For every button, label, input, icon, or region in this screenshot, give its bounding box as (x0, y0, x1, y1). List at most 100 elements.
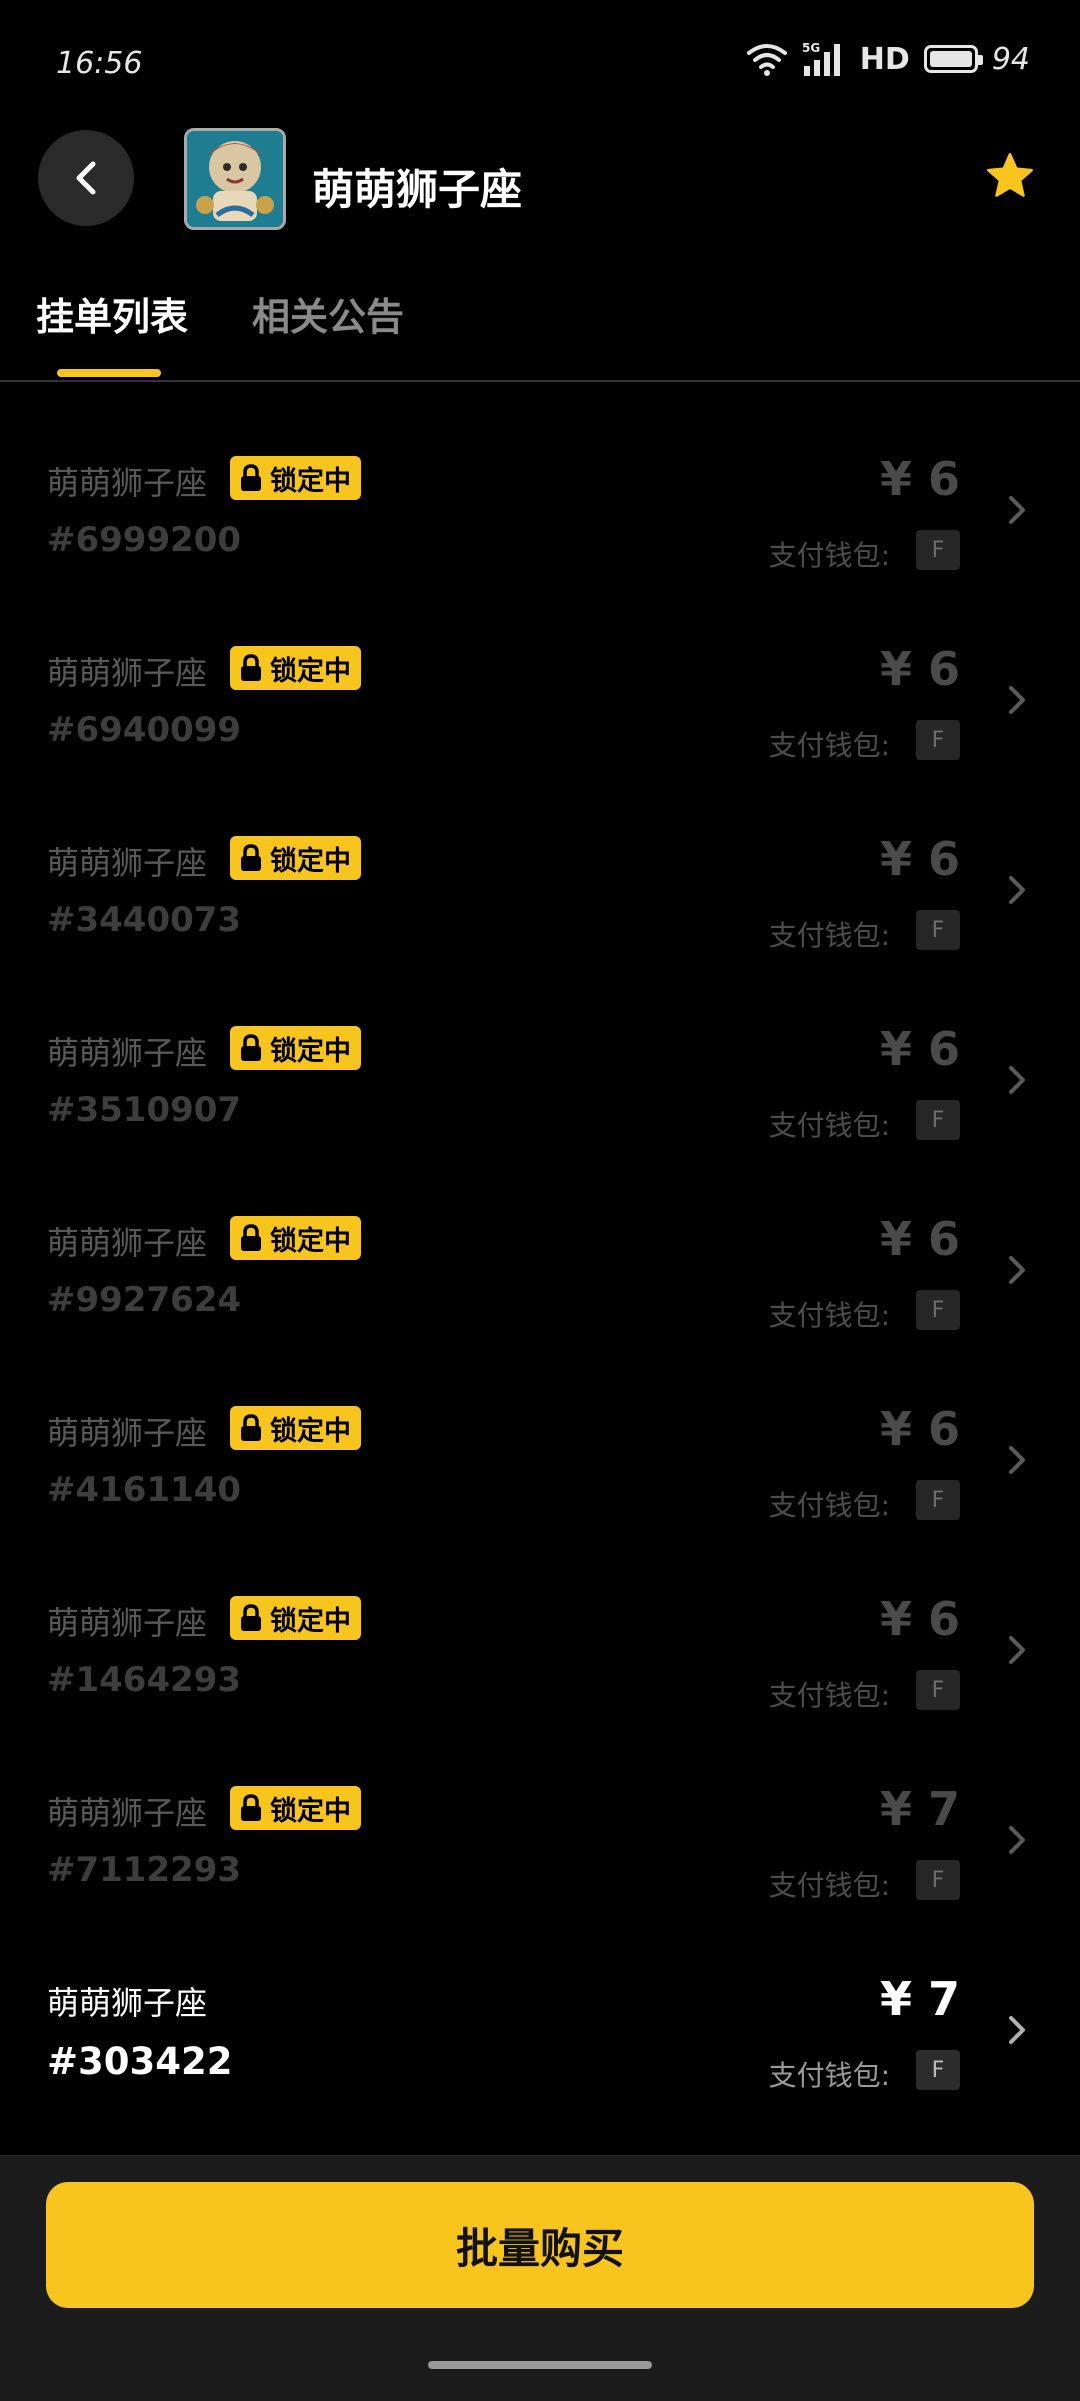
star-icon (987, 153, 1033, 197)
tab-announcements[interactable]: 相关公告 (252, 286, 404, 341)
locked-badge: 锁定中 (230, 1026, 361, 1070)
status-bar: 16:56 5G HD 94 (0, 0, 1080, 120)
tab-listings[interactable]: 挂单列表 (36, 286, 188, 341)
wallet-label: 支付钱包: (768, 2059, 890, 2092)
listing-name: 萌萌狮子座 (47, 464, 208, 502)
listing-id: #303422 (47, 2040, 233, 2083)
locked-label: 锁定中 (270, 1795, 351, 1827)
listing-price: ¥ 6 (879, 452, 960, 506)
locked-badge: 锁定中 (230, 646, 361, 690)
listing-name: 萌萌狮子座 (47, 1984, 208, 2022)
favorite-button[interactable] (970, 136, 1050, 216)
locked-label: 锁定中 (270, 1415, 351, 1447)
listing-item[interactable]: 萌萌狮子座 锁定中 #9927624 ¥ 6 支付钱包: F (0, 1212, 1080, 1408)
locked-badge: 锁定中 (230, 1216, 361, 1260)
listing-item[interactable]: 萌萌狮子座 锁定中 #6940099 ¥ 6 支付钱包: F (0, 642, 1080, 838)
listing-item[interactable]: 萌萌狮子座 锁定中 #6999200 ¥ 6 支付钱包: F (0, 452, 1080, 648)
listing-id: #9927624 (47, 1280, 242, 1320)
status-time: 16:56 (56, 46, 143, 81)
wallet-label: 支付钱包: (768, 1679, 890, 1712)
listing-price: ¥ 6 (879, 1592, 960, 1646)
lock-icon (241, 844, 261, 871)
listing-list[interactable]: 萌萌狮子座 锁定中 #6999200 ¥ 6 支付钱包: F 萌萌狮子座 锁定中… (0, 382, 1080, 2152)
lock-icon (241, 1224, 261, 1251)
listing-price: ¥ 6 (879, 642, 960, 696)
listing-id: #6999200 (47, 520, 242, 560)
listing-id: #1464293 (47, 1660, 242, 1700)
locked-label: 锁定中 (270, 845, 351, 877)
listing-name: 萌萌狮子座 (47, 1794, 208, 1832)
chevron-right-icon (1009, 1826, 1025, 1854)
locked-label: 锁定中 (270, 1035, 351, 1067)
locked-badge: 锁定中 (230, 456, 361, 500)
chevron-right-icon (1009, 1446, 1025, 1474)
listing-price: ¥ 6 (879, 1022, 960, 1076)
listing-item[interactable]: 萌萌狮子座 锁定中 #7112293 ¥ 7 支付钱包: F (0, 1782, 1080, 1978)
locked-label: 锁定中 (270, 465, 351, 497)
footer: 批量购买 (0, 2155, 1080, 2401)
listing-id: #6940099 (47, 710, 242, 750)
listing-name: 萌萌狮子座 (47, 654, 208, 692)
wallet-label: 支付钱包: (768, 1489, 890, 1522)
wallet-badge: F (916, 1670, 960, 1710)
listing-name: 萌萌狮子座 (47, 1604, 208, 1642)
lock-icon (241, 654, 261, 681)
collection-avatar (184, 128, 286, 230)
wallet-label: 支付钱包: (768, 919, 890, 952)
listing-item[interactable]: 萌萌狮子座 锁定中 #3510907 ¥ 6 支付钱包: F (0, 1022, 1080, 1218)
wallet-badge: F (916, 2050, 960, 2090)
wallet-badge: F (916, 1290, 960, 1330)
locked-badge: 锁定中 (230, 1406, 361, 1450)
listing-item[interactable]: 萌萌狮子座 锁定中 #3440073 ¥ 6 支付钱包: F (0, 832, 1080, 1028)
lock-icon (241, 464, 261, 491)
listing-item[interactable]: 萌萌狮子座 #303422 ¥ 7 支付钱包: F (0, 1972, 1080, 2152)
home-indicator[interactable] (428, 2361, 652, 2369)
wallet-badge: F (916, 910, 960, 950)
network-label: 5G (802, 41, 820, 55)
lock-icon (241, 1794, 261, 1821)
back-arrow-icon (76, 161, 96, 195)
hd-label: HD (859, 41, 910, 77)
battery-fill (929, 51, 972, 67)
chevron-right-icon (1009, 876, 1025, 904)
locked-label: 锁定中 (270, 1605, 351, 1637)
listing-name: 萌萌狮子座 (47, 1224, 208, 1262)
wifi-icon (746, 44, 787, 76)
listing-item[interactable]: 萌萌狮子座 锁定中 #1464293 ¥ 6 支付钱包: F (0, 1592, 1080, 1788)
listing-id: #7112293 (47, 1850, 242, 1890)
locked-badge: 锁定中 (230, 836, 361, 880)
listing-price: ¥ 6 (879, 1402, 960, 1456)
locked-badge: 锁定中 (230, 1786, 361, 1830)
back-button[interactable] (38, 130, 134, 226)
listing-name: 萌萌狮子座 (47, 1414, 208, 1452)
wallet-badge: F (916, 1860, 960, 1900)
lock-icon (241, 1034, 261, 1061)
lion-illustration-icon (187, 131, 283, 227)
battery-percentage: 94 (991, 41, 1030, 77)
wallet-label: 支付钱包: (768, 1869, 890, 1902)
lock-icon (241, 1604, 261, 1631)
chevron-right-icon (1009, 686, 1025, 714)
chevron-right-icon (1009, 1256, 1025, 1284)
header: 萌萌狮子座 (0, 120, 1080, 240)
wallet-badge: F (916, 720, 960, 760)
battery-icon (923, 45, 983, 73)
status-icons: 5G HD 94 (746, 40, 1030, 78)
listing-id: #3440073 (47, 900, 242, 940)
listing-id: #4161140 (47, 1470, 242, 1510)
lock-icon (241, 1414, 261, 1441)
listing-id: #3510907 (47, 1090, 242, 1130)
signal-5g-icon: 5G (802, 41, 840, 76)
wallet-badge: F (916, 530, 960, 570)
listing-item[interactable]: 萌萌狮子座 锁定中 #4161140 ¥ 6 支付钱包: F (0, 1402, 1080, 1598)
wallet-badge: F (916, 1480, 960, 1520)
chevron-right-icon (1009, 496, 1025, 524)
chevron-right-icon (1009, 1636, 1025, 1664)
chevron-right-icon (1009, 1066, 1025, 1094)
listing-price: ¥ 6 (879, 832, 960, 886)
bulk-buy-button[interactable]: 批量购买 (46, 2182, 1034, 2308)
locked-label: 锁定中 (270, 1225, 351, 1257)
wallet-badge: F (916, 1100, 960, 1140)
wallet-label: 支付钱包: (768, 729, 890, 762)
listing-name: 萌萌狮子座 (47, 1034, 208, 1072)
